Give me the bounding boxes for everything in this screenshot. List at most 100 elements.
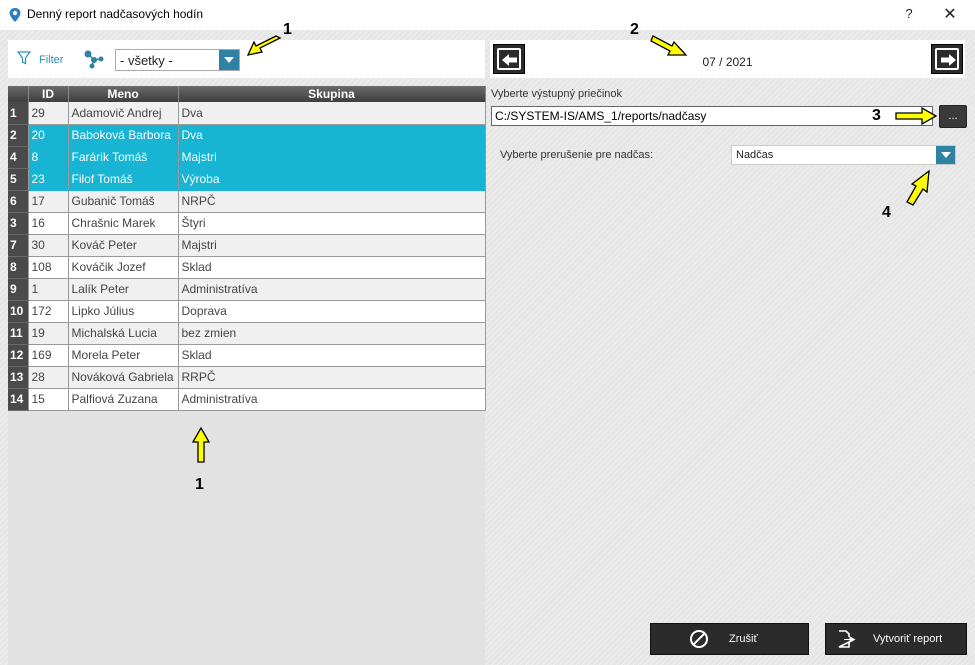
export-document-icon <box>838 630 856 648</box>
name-cell[interactable]: Lalík Peter <box>68 278 179 301</box>
table-row[interactable]: 13 28 Nováková Gabriela RRPČ <box>8 366 486 389</box>
name-cell[interactable]: Kováčik Jozef <box>68 256 179 279</box>
name-cell[interactable]: Morela Peter <box>68 344 179 367</box>
group-cell[interactable]: Administratíva <box>178 388 486 411</box>
id-cell[interactable]: 8 <box>28 146 69 169</box>
row-number-cell[interactable]: 4 <box>8 146 29 169</box>
table-row[interactable]: 4 8 Farárik Tomáš Majstri <box>8 146 486 169</box>
id-cell[interactable]: 172 <box>28 300 69 323</box>
row-number-cell[interactable]: 5 <box>8 168 29 191</box>
row-number-cell[interactable]: 13 <box>8 366 29 389</box>
row-number-cell[interactable]: 2 <box>8 124 29 147</box>
close-button[interactable]: ✕ <box>938 4 962 24</box>
table-row[interactable]: 10 172 Lipko Július Doprava <box>8 300 486 323</box>
create-report-button[interactable]: Vytvoriť report <box>825 623 967 655</box>
dialog-content: Filter - všetky - ID Meno Skupina 1 29 A… <box>0 21 975 665</box>
annotation-arrow-1-top <box>246 35 282 56</box>
id-cell[interactable]: 30 <box>28 234 69 257</box>
row-number-cell[interactable]: 1 <box>8 102 29 125</box>
group-cell[interactable]: Dva <box>178 102 486 125</box>
row-number-cell[interactable]: 3 <box>8 212 29 235</box>
output-folder-label: Vyberte výstupný priečinok <box>491 88 623 100</box>
table-row[interactable]: 3 16 Chrašnic Marek Štyri <box>8 212 486 235</box>
next-month-button[interactable] <box>931 44 963 74</box>
title-bar: Denný report nadčasových hodín ? ✕ <box>0 0 975 30</box>
month-navigation: 07 / 2021 <box>490 40 965 78</box>
id-cell[interactable]: 17 <box>28 190 69 213</box>
filter-label[interactable]: Filter <box>39 54 63 66</box>
row-number-cell[interactable]: 7 <box>8 234 29 257</box>
chevron-down-icon[interactable] <box>219 50 239 70</box>
output-folder-field[interactable] <box>491 106 933 126</box>
row-number-cell[interactable]: 6 <box>8 190 29 213</box>
column-header-id[interactable]: ID <box>28 86 69 102</box>
cancel-button[interactable]: Zrušiť <box>650 623 809 655</box>
id-cell[interactable]: 23 <box>28 168 69 191</box>
column-header-name[interactable]: Meno <box>68 86 179 102</box>
name-cell[interactable]: Chrašnic Marek <box>68 212 179 235</box>
table-row[interactable]: 14 15 Palfiová Zuzana Administratíva <box>8 388 486 411</box>
table-row[interactable]: 2 20 Baboková Barbora Dva <box>8 124 486 147</box>
id-cell[interactable]: 16 <box>28 212 69 235</box>
group-cell[interactable]: Sklad <box>178 344 486 367</box>
group-cell[interactable]: Výroba <box>178 168 486 191</box>
row-number-cell[interactable]: 8 <box>8 256 29 279</box>
table-row[interactable]: 7 30 Kováč Peter Majstri <box>8 234 486 257</box>
name-cell[interactable]: Adamovič Andrej <box>68 102 179 125</box>
row-number-cell[interactable]: 12 <box>8 344 29 367</box>
name-cell[interactable]: Palfiová Zuzana <box>68 388 179 411</box>
id-cell[interactable]: 20 <box>28 124 69 147</box>
name-cell[interactable]: Kováč Peter <box>68 234 179 257</box>
browse-folder-button[interactable]: ... <box>939 105 967 128</box>
row-number-cell[interactable]: 14 <box>8 388 29 411</box>
row-number-cell[interactable]: 10 <box>8 300 29 323</box>
table-row[interactable]: 1 29 Adamovič Andrej Dva <box>8 102 486 125</box>
annotation-number-1-bottom: 1 <box>195 476 204 493</box>
id-cell[interactable]: 15 <box>28 388 69 411</box>
month-label: 07 / 2021 <box>702 55 753 69</box>
group-cell[interactable]: Dva <box>178 124 486 147</box>
group-nodes-icon <box>84 50 104 69</box>
name-cell[interactable]: Baboková Barbora <box>68 124 179 147</box>
table-row[interactable]: 11 19 Michalská Lucia bez zmien <box>8 322 486 345</box>
table-row[interactable]: 8 108 Kováčik Jozef Sklad <box>8 256 486 279</box>
id-cell[interactable]: 29 <box>28 102 69 125</box>
chevron-down-icon[interactable] <box>936 146 955 164</box>
name-cell[interactable]: Nováková Gabriela <box>68 366 179 389</box>
id-cell[interactable]: 28 <box>28 366 69 389</box>
group-cell[interactable]: Majstri <box>178 234 486 257</box>
group-cell[interactable]: bez zmien <box>178 322 486 345</box>
id-cell[interactable]: 108 <box>28 256 69 279</box>
name-cell[interactable]: Gubanič Tomáš <box>68 190 179 213</box>
annotation-arrow-3 <box>895 106 938 126</box>
table-row[interactable]: 6 17 Gubanič Tomáš NRPČ <box>8 190 486 213</box>
group-cell[interactable]: Doprava <box>178 300 486 323</box>
output-folder-input[interactable] <box>492 107 932 125</box>
row-number-cell[interactable]: 11 <box>8 322 29 345</box>
id-cell[interactable]: 19 <box>28 322 69 345</box>
help-button[interactable]: ? <box>900 6 918 21</box>
name-cell[interactable]: Farárik Tomáš <box>68 146 179 169</box>
annotation-arrow-1-bottom <box>191 426 211 463</box>
id-cell[interactable]: 169 <box>28 344 69 367</box>
name-cell[interactable]: Filof Tomáš <box>68 168 179 191</box>
group-cell[interactable]: Majstri <box>178 146 486 169</box>
group-cell[interactable]: Štyri <box>178 212 486 235</box>
annotation-arrow-2 <box>650 35 688 56</box>
name-cell[interactable]: Michalská Lucia <box>68 322 179 345</box>
row-number-cell[interactable]: 9 <box>8 278 29 301</box>
column-header-group[interactable]: Skupina <box>178 86 486 102</box>
group-cell[interactable]: RRPČ <box>178 366 486 389</box>
group-cell[interactable]: NRPČ <box>178 190 486 213</box>
group-cell[interactable]: Sklad <box>178 256 486 279</box>
table-row[interactable]: 5 23 Filof Tomáš Výroba <box>8 168 486 191</box>
name-cell[interactable]: Lipko Július <box>68 300 179 323</box>
table-row[interactable]: 12 169 Morela Peter Sklad <box>8 344 486 367</box>
filter-funnel-icon[interactable] <box>17 51 31 65</box>
break-type-combo[interactable]: Nadčas <box>731 145 956 165</box>
group-cell[interactable]: Administratíva <box>178 278 486 301</box>
group-filter-combo[interactable]: - všetky - <box>115 49 240 71</box>
id-cell[interactable]: 1 <box>28 278 69 301</box>
table-row[interactable]: 9 1 Lalík Peter Administratíva <box>8 278 486 301</box>
arrow-right-icon <box>941 54 956 66</box>
